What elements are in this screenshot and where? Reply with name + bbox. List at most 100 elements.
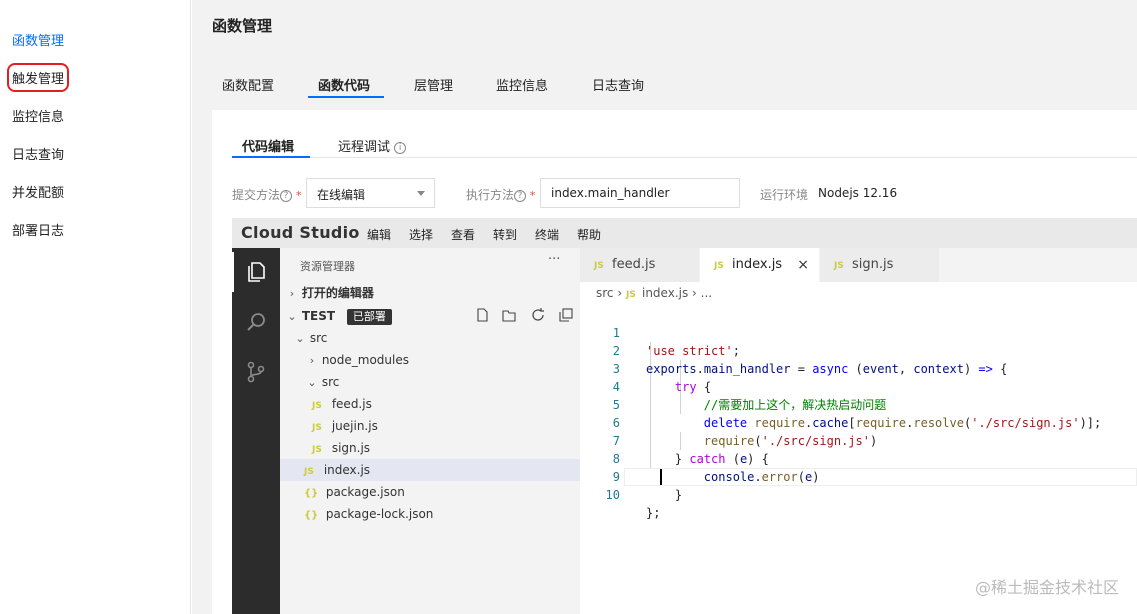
editor-tabbar: JS feed.js JS index.js × JS sign.js [580, 248, 1137, 282]
text-cursor [660, 469, 662, 485]
sidebar-item-log-query[interactable]: 日志查询 [12, 144, 64, 163]
editor-tab-sign-js[interactable]: JS sign.js [820, 248, 940, 282]
open-editors-label: 打开的编辑器 [301, 286, 374, 300]
code-line: 9 } [580, 450, 1137, 502]
code-line: 10 }; [580, 468, 1137, 520]
code-line: 8 console.error(e) [580, 432, 1137, 484]
handler-input[interactable]: index.main_handler [540, 178, 740, 208]
code-line: 7 } catch (e) { [580, 414, 1137, 466]
activity-bar [232, 248, 280, 614]
javascript-file-icon: JS [625, 290, 636, 300]
tree-item-src[interactable]: ⌄ src [280, 327, 580, 349]
runtime-label: 运行环境 [760, 188, 809, 202]
source-control-icon[interactable] [244, 360, 268, 384]
sidebar-item-concurrency-quota[interactable]: 并发配额 [12, 182, 64, 201]
menu-help[interactable]: 帮助 [577, 226, 601, 243]
cloud-studio-ide: Cloud Studio 编辑 选择 查看 转到 终端 帮助 资源管理器 ···… [232, 218, 1137, 614]
subtab-code-edit[interactable]: 代码编辑 [242, 136, 294, 155]
json-file-icon: {} [304, 510, 319, 521]
explorer-panel: 资源管理器 ··· › 打开的编辑器 ⌄ TEST 已部署 ⌄ src › no… [280, 248, 580, 614]
menu-select[interactable]: 选择 [409, 226, 433, 243]
line-number: 10 [605, 488, 620, 502]
menu-view[interactable]: 查看 [451, 226, 475, 243]
chevron-down-icon [417, 191, 425, 196]
subtab-remote-debug-label: 远程调试 [338, 140, 391, 155]
submit-method-label-text: 提交方法 [232, 188, 281, 202]
menu-goto[interactable]: 转到 [493, 226, 517, 243]
sidebar-item-deploy-log[interactable]: 部署日志 [12, 220, 64, 239]
page-title: 函数管理 [212, 17, 273, 35]
files-icon[interactable] [244, 260, 268, 284]
tree-item-index-js[interactable]: JS index.js [280, 459, 580, 481]
tree-item-label: node_modules [321, 353, 409, 367]
editor-tab-index-js[interactable]: JS index.js × [700, 248, 820, 282]
tab-function-code[interactable]: 函数代码 [318, 75, 370, 94]
workspace-label: TEST [301, 309, 336, 323]
code-line: 1 'use strict'; [580, 306, 1137, 358]
search-icon[interactable] [244, 310, 268, 334]
menu-edit[interactable]: 编辑 [367, 226, 391, 243]
refresh-icon[interactable] [531, 308, 545, 322]
tab-monitoring[interactable]: 监控信息 [496, 75, 548, 94]
subtab-remote-debug[interactable]: 远程调试 i [338, 136, 407, 155]
tree-item-feed-js[interactable]: JS feed.js [280, 393, 580, 415]
tab-layer-management[interactable]: 层管理 [414, 75, 453, 94]
tree-item-node-modules[interactable]: › node_modules [280, 349, 580, 371]
chevron-right-icon: › [289, 287, 295, 300]
breadcrumb-symbol[interactable]: ... [701, 286, 712, 300]
explorer-title: 资源管理器 [300, 260, 355, 273]
tree-item-src-nested[interactable]: ⌄ src [280, 371, 580, 393]
tab-function-config[interactable]: 函数配置 [222, 75, 274, 94]
tree-item-package-lock-json[interactable]: {} package-lock.json [280, 503, 580, 525]
chevron-down-icon: ⌄ [295, 332, 305, 345]
tree-item-label: sign.js [331, 441, 371, 455]
info-icon[interactable]: i [394, 141, 407, 154]
code-text: }; [646, 506, 661, 520]
open-editors-section[interactable]: › 打开的编辑器 [280, 282, 580, 304]
javascript-file-icon: JS [312, 423, 322, 433]
subtab-active-indicator [232, 156, 310, 158]
ide-menubar: Cloud Studio 编辑 选择 查看 转到 终端 帮助 [232, 218, 1137, 248]
code-line: 6 require('./src/sign.js') [580, 396, 1137, 448]
javascript-file-icon: JS [834, 261, 844, 271]
tree-item-label: index.js [323, 463, 371, 477]
javascript-file-icon: JS [594, 261, 604, 271]
sidebar-item-trigger-management[interactable]: 触发管理 [6, 63, 70, 92]
submit-method-select[interactable]: 在线编辑 [306, 178, 435, 208]
handler-label: 执行方法? * [466, 186, 535, 203]
deployed-badge: 已部署 [346, 308, 392, 325]
more-icon[interactable]: ··· [548, 252, 560, 267]
activity-active-indicator [232, 252, 234, 292]
tree-item-juejin-js[interactable]: JS juejin.js [280, 415, 580, 437]
editor-tab-label: index.js [732, 257, 783, 272]
sidebar-item-monitoring[interactable]: 监控信息 [12, 106, 64, 125]
breadcrumb-src[interactable]: src [596, 286, 614, 300]
code-editor[interactable]: 1 'use strict'; 2 exports.main_handler =… [580, 306, 1137, 614]
runtime-value: Nodejs 12.16 [818, 186, 898, 200]
main-content: 函数管理 函数配置 函数代码 层管理 监控信息 日志查询 代码编辑 远程调试 i… [192, 0, 1137, 614]
chevron-right-icon: › [309, 354, 315, 367]
tree-item-label: package-lock.json [325, 507, 434, 521]
help-icon[interactable]: ? [514, 189, 527, 202]
ide-brand-logo: Cloud Studio [241, 223, 360, 242]
menu-terminal[interactable]: 终端 [535, 226, 559, 243]
submit-method-value: 在线编辑 [317, 188, 366, 202]
collapse-all-icon[interactable] [559, 308, 573, 322]
sidebar: 函数管理 触发管理 监控信息 日志查询 并发配额 部署日志 [0, 0, 191, 614]
handler-label-text: 执行方法 [466, 188, 515, 202]
breadcrumb-file[interactable]: index.js [642, 286, 688, 300]
close-icon[interactable]: × [797, 248, 809, 282]
sidebar-item-function-management[interactable]: 函数管理 [12, 30, 64, 49]
workspace-section[interactable]: ⌄ TEST 已部署 [280, 305, 580, 327]
javascript-file-icon: JS [304, 467, 314, 477]
javascript-file-icon: JS [312, 445, 322, 455]
new-folder-icon[interactable] [502, 308, 516, 322]
tab-log-query[interactable]: 日志查询 [592, 75, 644, 94]
tree-item-package-json[interactable]: {} package.json [280, 481, 580, 503]
tree-item-sign-js[interactable]: JS sign.js [280, 437, 580, 459]
new-file-icon[interactable] [475, 308, 489, 322]
submit-method-label: 提交方法? * [232, 186, 301, 203]
editor-tab-feed-js[interactable]: JS feed.js [580, 248, 700, 282]
help-icon[interactable]: ? [280, 189, 293, 202]
active-tab-indicator [308, 96, 384, 98]
